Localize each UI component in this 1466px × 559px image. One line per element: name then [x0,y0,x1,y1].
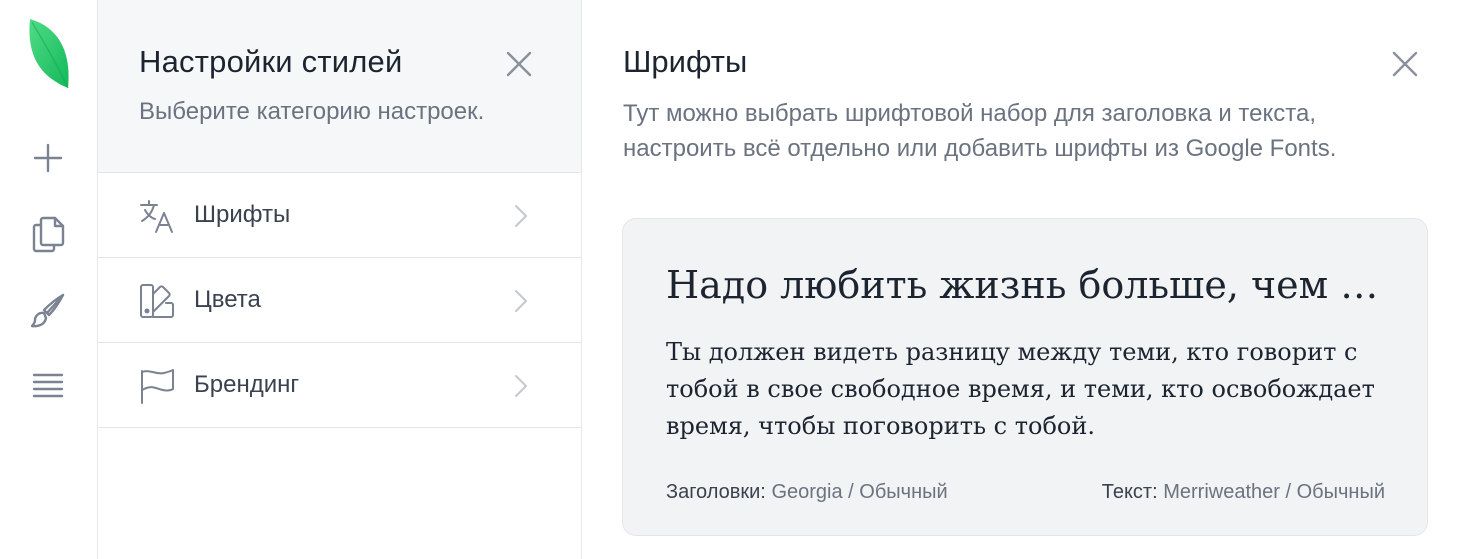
chevron-right-icon [510,203,532,229]
style-settings-panel: Настройки стилей Выберите категорию наст… [98,0,582,559]
menu-item-label: Брендинг [194,371,300,398]
flag-icon [138,367,176,405]
close-panel-button[interactable] [499,44,539,84]
heading-font-info: Заголовки: Georgia / Обычный [666,481,948,504]
left-rail [0,0,98,559]
styles-button[interactable] [26,288,70,332]
menu-item-label: Шрифты [194,201,291,228]
brush-icon [30,293,65,328]
copy-icon [32,216,65,253]
add-button[interactable] [26,136,70,180]
detail-subtitle: Тут можно выбрать шрифтовой набор для за… [623,100,1337,162]
close-icon [1392,51,1418,77]
panel-subtitle: Выберите категорию настроек. [139,98,485,125]
panel-title: Настройки стилей [139,44,403,79]
preview-body: Ты должен видеть разницу между теми, кто… [666,338,1375,440]
palette-icon [138,282,176,320]
menu-item-branding[interactable]: Брендинг [98,343,581,428]
panel-header: Настройки стилей Выберите категорию наст… [98,0,581,173]
heading-font-value: Georgia / Обычный [771,481,948,503]
body-font-label: Текст: [1101,481,1158,503]
close-detail-button[interactable] [1385,44,1425,84]
fonts-detail-panel: Шрифты Тут можно выбрать шрифтовой набор… [582,0,1466,559]
body-font-info: Текст: Merriweather / Обычный [1102,481,1385,504]
font-preset-card[interactable]: Надо любить жизнь больше, чем смысл жизн… [622,218,1428,536]
lines-icon [32,373,64,398]
menu-item-colors[interactable]: Цвета [98,258,581,343]
detail-title: Шрифты [623,44,748,79]
plus-icon [33,143,63,173]
translate-icon [138,197,176,235]
body-font-value: Merriweather / Обычный [1163,481,1385,503]
preview-heading: Надо любить жизнь больше, чем смысл жизн… [666,263,1386,307]
menu-item-label: Цвета [194,286,261,313]
pages-button[interactable] [26,212,70,256]
chevron-right-icon [510,288,532,314]
heading-font-label: Заголовки: [666,481,766,503]
layers-button[interactable] [26,364,70,408]
chevron-right-icon [510,373,532,399]
menu-item-fonts[interactable]: Шрифты [98,173,581,258]
leaf-logo[interactable] [24,16,74,92]
close-icon [506,51,532,77]
